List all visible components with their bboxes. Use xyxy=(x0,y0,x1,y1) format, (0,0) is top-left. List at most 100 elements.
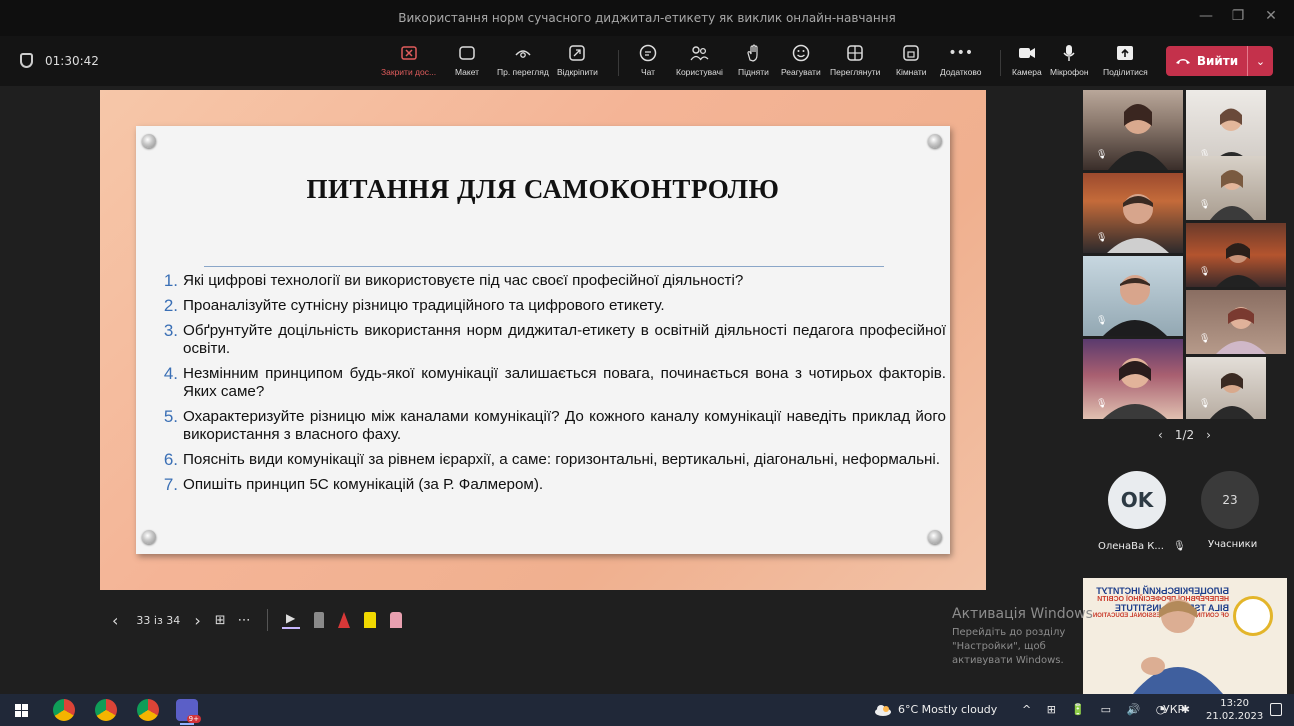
view-button[interactable]: Переглянути xyxy=(830,42,880,82)
weather-widget[interactable]: 6°C Mostly cloudy xyxy=(874,703,997,716)
participants-pager: ‹ 1/2 › xyxy=(1158,428,1211,442)
rooms-icon xyxy=(900,42,922,64)
question-item: 3. Обґрунтуйте доцільність використання н… xyxy=(156,322,946,358)
muted-mic-icon: 🎙 xyxy=(1173,541,1186,552)
participant-video[interactable]: 🎙 xyxy=(1186,357,1266,419)
pointer-tool[interactable]: ▶ xyxy=(281,611,300,629)
active-tool-underline xyxy=(281,627,300,629)
notification-icon[interactable] xyxy=(1270,703,1282,716)
question-item: 2. Проаналізуйте сутнісну різницю традиці… xyxy=(156,297,946,315)
slide-divider xyxy=(204,266,884,267)
muted-mic-icon: 🎙 xyxy=(1096,399,1108,409)
chevron-left-icon[interactable]: ‹ xyxy=(1158,428,1163,442)
participant-video[interactable]: 🎙 xyxy=(1186,156,1266,220)
people-button[interactable]: Користувачі xyxy=(676,42,723,82)
close-icon[interactable]: ✕ xyxy=(1261,8,1281,28)
participants-label: Учасники xyxy=(1208,539,1258,550)
more-icon[interactable]: ⋯ xyxy=(238,613,251,628)
meeting-timer-text: 01:30:42 xyxy=(45,53,99,68)
stop-sharing-button[interactable]: Закрити дос... xyxy=(381,42,436,82)
teams-icon[interactable]: 9+ xyxy=(176,699,201,723)
rooms-button[interactable]: Кімнати xyxy=(896,42,927,82)
pin-icon xyxy=(928,134,942,148)
slides-grid-icon[interactable]: ⊞ xyxy=(215,613,226,628)
clock[interactable]: 13:20 21.02.2023 xyxy=(1206,697,1263,723)
muted-mic-icon: 🎙 xyxy=(1096,233,1108,243)
windows-taskbar: 9+ 6°C Mostly cloudy ^ ⊞ 🔋 ▭ 🔊 ◔ ✱ УКР 1… xyxy=(0,694,1294,726)
chat-button[interactable]: Чат xyxy=(637,42,659,82)
smile-icon xyxy=(790,42,812,64)
pop-out-button[interactable]: Відкріпити xyxy=(557,42,598,82)
question-item: 6. Поясніть види комунікації за рівнем іє… xyxy=(156,451,946,469)
chrome-icon[interactable] xyxy=(95,699,117,721)
chevron-right-icon[interactable]: › xyxy=(194,611,200,630)
muted-mic-icon: 🎙 xyxy=(1199,399,1211,409)
highlighter-icon[interactable] xyxy=(363,612,376,628)
participant-video[interactable]: 🎙 xyxy=(1083,173,1183,253)
clock-date: 21.02.2023 xyxy=(1206,711,1264,722)
pin-icon xyxy=(142,530,156,544)
eraser-icon[interactable] xyxy=(389,612,402,628)
participant-video[interactable]: 🎙 xyxy=(1083,256,1183,336)
leave-button[interactable]: Вийти ⌄ xyxy=(1166,46,1273,76)
teams-badge: 9+ xyxy=(186,715,201,723)
window-title: Використання норм сучасного диджитал-ети… xyxy=(398,11,896,25)
red-pen-icon[interactable] xyxy=(337,612,350,628)
question-text: Обґрунтуйте доцільність використання нор… xyxy=(183,322,946,357)
more-icon: ••• xyxy=(948,45,974,61)
presenter-view-button[interactable]: Пр. перегляд xyxy=(497,42,549,82)
share-button[interactable]: Поділитися xyxy=(1103,42,1148,82)
chrome-icon[interactable] xyxy=(137,699,159,721)
meeting-timer: 01:30:42 xyxy=(20,53,99,68)
participant-video[interactable]: 🎙 xyxy=(1186,290,1286,354)
question-text: Які цифрові технології ви використовуєте… xyxy=(183,272,744,289)
chevron-right-icon[interactable]: › xyxy=(1206,428,1211,442)
muted-mic-icon: 🎙 xyxy=(1096,150,1108,160)
presenter-video[interactable]: БІЛОЦЕРКІВСЬКИЙ ІНСТИТУТ НЕПЕРЕРВНОЇ ПРО… xyxy=(1083,578,1287,694)
weather-text: 6°C Mostly cloudy xyxy=(898,703,998,716)
question-number: 5. xyxy=(163,407,178,426)
pop-out-icon xyxy=(566,42,588,64)
slide-paper: ПИТАННЯ ДЛЯ САМОКОНТРОЛЮ 1. Які цифрові т… xyxy=(136,126,950,554)
pager-text: 1/2 xyxy=(1174,428,1195,442)
language-indicator[interactable]: УКР xyxy=(1163,703,1184,716)
camera-button[interactable]: Камера xyxy=(1012,42,1042,82)
pointer-icon: ▶ xyxy=(286,611,296,625)
muted-mic-icon: 🎙 xyxy=(1199,200,1211,210)
raise-hand-button[interactable]: Підняти xyxy=(738,42,769,82)
pin-icon xyxy=(928,530,942,544)
question-text: Поясніть види комунікації за рівнем ієра… xyxy=(183,451,941,468)
participants-count: 23 xyxy=(1222,493,1238,507)
title-bar: Використання норм сучасного диджитал-ети… xyxy=(0,0,1294,36)
more-button[interactable]: ••• Додатково xyxy=(940,42,981,82)
leave-label: Вийти xyxy=(1196,54,1239,68)
toolbar-divider xyxy=(266,609,268,631)
chrome-icon[interactable] xyxy=(53,699,75,721)
avatar-name-text: ОленаВа К... xyxy=(1098,541,1164,552)
shield-icon xyxy=(20,53,33,68)
participants-count-button[interactable]: 23 xyxy=(1201,471,1259,529)
camera-icon xyxy=(1016,42,1038,64)
react-button[interactable]: Реагувати xyxy=(781,42,821,82)
hang-up-icon xyxy=(1175,59,1190,64)
active-app-indicator xyxy=(180,723,194,725)
question-text: Опишіть принцип 5С комунікацій (за Р. Фа… xyxy=(183,476,544,493)
chevron-left-icon[interactable]: ‹ xyxy=(112,611,118,630)
leave-main-button[interactable]: Вийти xyxy=(1166,54,1247,68)
cloud-icon xyxy=(875,704,891,716)
avatar[interactable]: OK xyxy=(1108,471,1166,529)
chevron-down-icon[interactable]: ⌄ xyxy=(1247,46,1273,76)
avatar-initials: OK xyxy=(1120,488,1154,512)
windows-activation-watermark: Активація Windows Перейдіть до розділу "… xyxy=(952,606,1102,668)
hand-icon xyxy=(742,42,764,64)
participant-video[interactable]: 🎙 xyxy=(1083,339,1183,419)
windows-start-icon[interactable] xyxy=(15,704,28,717)
minimize-icon[interactable]: — xyxy=(1196,8,1216,28)
toolbar-divider xyxy=(618,50,619,76)
participant-video[interactable]: 🎙 xyxy=(1083,90,1183,170)
participant-video[interactable]: 🎙 xyxy=(1186,223,1286,287)
laser-pointer-icon[interactable] xyxy=(313,612,324,628)
maximize-icon[interactable]: ❐ xyxy=(1228,8,1248,28)
mic-button[interactable]: Мікрофон xyxy=(1050,42,1089,82)
layout-button[interactable]: Макет xyxy=(455,42,479,82)
